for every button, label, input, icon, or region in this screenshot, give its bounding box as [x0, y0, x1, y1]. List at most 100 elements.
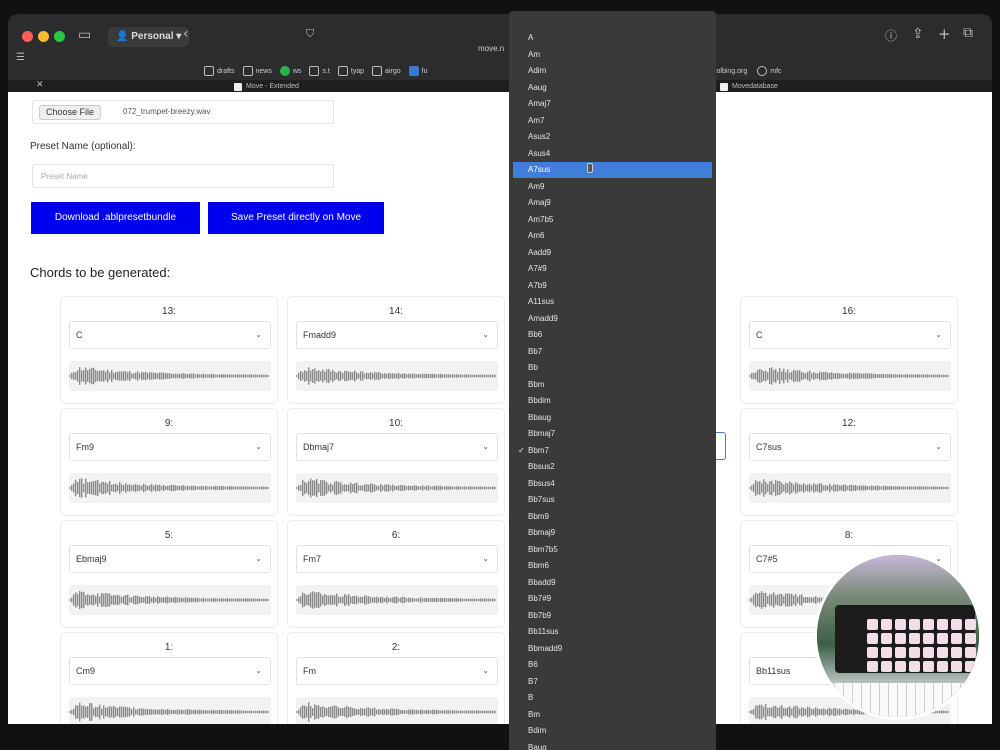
pad — [881, 647, 892, 658]
waveform-preview[interactable] — [749, 361, 951, 391]
dropdown-option[interactable]: Am — [513, 47, 712, 63]
dropdown-option[interactable]: Bb7 — [513, 344, 712, 360]
bookmark-item[interactable]: fu — [408, 66, 427, 76]
waveform-preview[interactable] — [69, 585, 271, 615]
dropdown-option[interactable]: Bbmaj9 — [513, 525, 712, 541]
dropdown-option[interactable]: Bbsus4 — [513, 476, 712, 492]
dropdown-option[interactable]: Bdim — [513, 723, 712, 739]
close-window-button[interactable] — [22, 31, 33, 42]
dropdown-option[interactable]: Bbm6 — [513, 558, 712, 574]
waveform-preview[interactable] — [296, 585, 498, 615]
waveform-preview[interactable] — [69, 697, 271, 724]
maximize-window-button[interactable] — [54, 31, 65, 42]
dropdown-option[interactable]: Adim — [513, 63, 712, 79]
close-tab-icon[interactable]: ✕ — [36, 80, 44, 90]
dropdown-option[interactable]: Aaug — [513, 80, 712, 96]
chord-select[interactable]: Cm9 ⌄ — [69, 657, 271, 685]
dropdown-option[interactable]: Bbm7b5 — [513, 542, 712, 558]
bookmark-item[interactable]: news — [242, 66, 272, 76]
bookmark-item[interactable]: mfc — [757, 66, 782, 76]
dropdown-option[interactable]: B7 — [513, 674, 712, 690]
checkmark-icon: ✓ — [518, 445, 525, 455]
waveform — [296, 591, 496, 609]
chord-select[interactable]: C ⌄ — [749, 321, 951, 349]
dropdown-option[interactable]: A11sus — [513, 294, 712, 310]
dropdown-option[interactable]: Bb7sus — [513, 492, 712, 508]
sidebar-toggle-icon[interactable]: ▭ — [78, 27, 91, 43]
dropdown-option[interactable]: Amaj7 — [513, 96, 712, 112]
dropdown-option[interactable]: A7b9 — [513, 278, 712, 294]
dropdown-option[interactable]: Am7 — [513, 113, 712, 129]
waveform-preview[interactable] — [296, 697, 498, 724]
save-preset-on-move-button[interactable]: Save Preset directly on Move — [208, 202, 384, 234]
pad — [937, 633, 948, 644]
pad — [951, 661, 962, 672]
chord-select[interactable]: Dbmaj7 ⌄ — [296, 433, 498, 461]
dropdown-option[interactable]: ✓ Bbm7 — [513, 443, 712, 459]
new-tab-icon[interactable]: + — [938, 25, 951, 43]
dropdown-option[interactable]: Bbadd9 — [513, 575, 712, 591]
dropdown-option[interactable]: Amadd9 — [513, 311, 712, 327]
dropdown-option[interactable]: B6 — [513, 657, 712, 673]
choose-file-button[interactable]: Choose File — [39, 105, 102, 120]
chord-select[interactable]: C7sus ⌄ — [749, 433, 951, 461]
chord-select[interactable]: Fm9 ⌄ — [69, 433, 271, 461]
bookmark-item[interactable]: tyap — [337, 66, 364, 76]
dropdown-option[interactable]: B — [513, 690, 712, 706]
dropdown-option[interactable]: Bb11sus — [513, 624, 712, 640]
minimize-window-button[interactable] — [38, 31, 49, 42]
chord-select[interactable]: Fmadd9 ⌄ — [296, 321, 498, 349]
bookmark-item[interactable]: xolbing.org — [713, 66, 747, 76]
info-icon[interactable]: ⓘ — [885, 27, 897, 44]
profile-button[interactable]: 👤 Personal ▾ — [108, 27, 190, 47]
dropdown-option[interactable]: A — [513, 30, 712, 46]
chord-select[interactable]: Fm7 ⌄ — [296, 545, 498, 573]
dropdown-option[interactable]: Bm — [513, 707, 712, 723]
chevron-down-icon: ⌄ — [255, 330, 262, 339]
waveform-preview[interactable] — [69, 473, 271, 503]
dropdown-option[interactable]: Bbsus2 — [513, 459, 712, 475]
dropdown-option[interactable]: Bbdim — [513, 393, 712, 409]
tab-overview-icon[interactable]: ⧉ — [963, 25, 973, 41]
chord-select[interactable]: Ebmaj9 ⌄ — [69, 545, 271, 573]
dropdown-option[interactable]: Am6 — [513, 228, 712, 244]
download-preset-button[interactable]: Download .ablpresetbundle — [31, 202, 200, 234]
dropdown-option[interactable]: Bb — [513, 360, 712, 376]
dropdown-option[interactable]: Bbmadd9 — [513, 641, 712, 657]
bookmark-item[interactable]: ws — [279, 66, 301, 76]
file-input[interactable]: Choose File 072_trumpet-breezy.wav — [32, 100, 334, 124]
chord-select[interactable]: C ⌄ — [69, 321, 271, 349]
bookmark-item[interactable]: s.t — [309, 66, 330, 76]
waveform-preview[interactable] — [296, 361, 498, 391]
dropdown-option[interactable]: Am9 — [513, 179, 712, 195]
dropdown-option[interactable]: Bbaug — [513, 410, 712, 426]
dropdown-option[interactable]: Asus2 — [513, 129, 712, 145]
chord-dropdown-menu[interactable]: A Am Adim Aaug Amaj7 Am7 Asus2 Asus4 A7sus Am9 Ama… — [509, 11, 716, 750]
chord-select-value: Bb11sus — [756, 666, 791, 676]
preset-name-input[interactable] — [32, 164, 334, 188]
dropdown-option[interactable]: Am7b5 — [513, 212, 712, 228]
waveform-preview[interactable] — [296, 473, 498, 503]
dropdown-option[interactable]: Bbm — [513, 377, 712, 393]
dropdown-option[interactable]: Aadd9 — [513, 245, 712, 261]
waveform-preview[interactable] — [69, 361, 271, 391]
dropdown-option[interactable]: Asus4 — [513, 146, 712, 162]
dropdown-option[interactable]: Bb7#9 — [513, 591, 712, 607]
share-icon[interactable]: ⇪ — [912, 26, 924, 42]
dropdown-option[interactable]: A7#9 — [513, 261, 712, 277]
dropdown-option[interactable]: Bbm9 — [513, 509, 712, 525]
dropdown-option[interactable]: A7sus — [513, 162, 712, 178]
chord-select[interactable]: Fm ⌄ — [296, 657, 498, 685]
waveform-preview[interactable] — [749, 473, 951, 503]
back-icon[interactable]: ‹ — [183, 26, 189, 42]
chord-slot-number: 9: — [164, 418, 174, 429]
dropdown-option[interactable]: Amaj9 — [513, 195, 712, 211]
dropdown-option[interactable]: Bb7b9 — [513, 608, 712, 624]
dropdown-option[interactable]: Baug — [513, 740, 712, 750]
dropdown-option[interactable]: Bbmaj7 — [513, 426, 712, 442]
dropdown-option[interactable]: Bb6 — [513, 327, 712, 343]
bookmark-item[interactable]: drafts — [204, 66, 235, 76]
bookmark-item[interactable]: airgo — [372, 66, 401, 76]
chord-slot-number: 16: — [842, 306, 856, 317]
menu-icon[interactable]: ☰ — [16, 52, 25, 63]
